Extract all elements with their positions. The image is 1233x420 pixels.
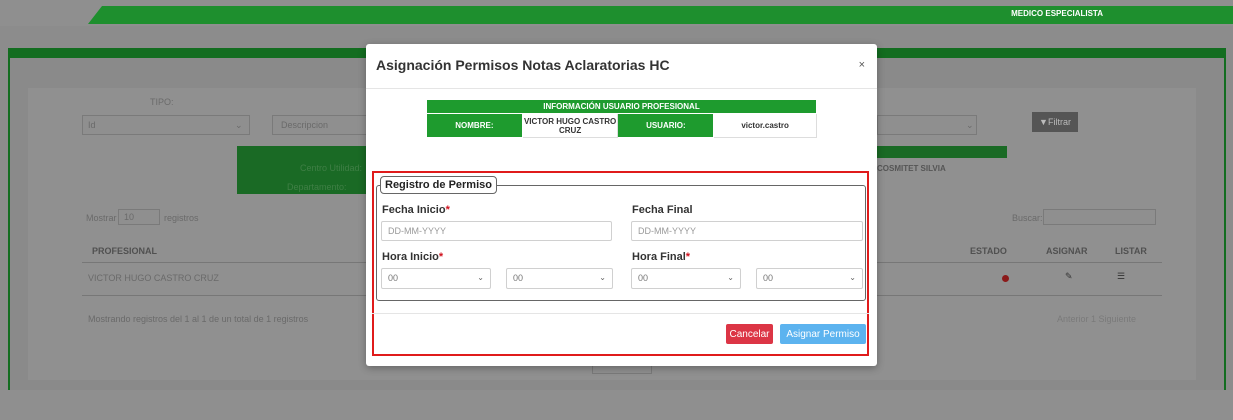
hora-inicio-label: Hora Inicio*: [382, 251, 444, 263]
chevron-down-icon: ⌄: [727, 273, 734, 282]
tipo-select[interactable]: Id ⌄: [82, 115, 250, 135]
chevron-down-icon: ⌄: [235, 120, 243, 130]
column-asignar[interactable]: ASIGNAR: [1046, 246, 1088, 256]
chevron-down-icon: ⌄: [477, 273, 484, 282]
hora-inicio-minute-select[interactable]: 00 ⌄: [506, 268, 613, 289]
cancel-button[interactable]: Cancelar: [726, 324, 773, 344]
filter-select[interactable]: ⌄: [877, 115, 977, 135]
modal-header: Asignación Permisos Notas Aclaratorias H…: [366, 44, 877, 89]
assign-permission-button[interactable]: Asignar Permiso: [780, 324, 866, 344]
fecha-final-label: Fecha Final: [632, 204, 693, 216]
pagination[interactable]: Anterior 1 Siguiente: [1057, 314, 1136, 324]
permission-modal: Asignación Permisos Notas Aclaratorias H…: [366, 44, 877, 366]
hora-inicio-hour-select[interactable]: 00 ⌄: [381, 268, 491, 289]
close-icon[interactable]: ×: [859, 59, 865, 71]
filter-icon: ▼: [1039, 117, 1048, 127]
status-dot: [1002, 275, 1009, 282]
list-icon[interactable]: ☰: [1117, 271, 1125, 282]
usuario-label: USUARIO:: [617, 113, 715, 138]
center-name: COSMITET SILVIA: [877, 164, 946, 173]
page-size-select[interactable]: 10: [118, 209, 160, 225]
mostrar-label: Mostrar: [86, 213, 117, 223]
fecha-inicio-label: Fecha Inicio*: [382, 204, 450, 216]
center-info-header: [877, 146, 1007, 158]
nombre-value: VICTOR HUGO CASTRO CRUZ: [521, 113, 619, 138]
search-input[interactable]: [1043, 209, 1156, 225]
column-estado[interactable]: ESTADO: [970, 246, 1007, 256]
column-listar[interactable]: LISTAR: [1115, 246, 1147, 256]
registros-label: registros: [164, 213, 199, 223]
buscar-label: Buscar:: [1012, 213, 1043, 223]
hora-final-hour-select[interactable]: 00 ⌄: [631, 268, 741, 289]
hora-final-label: Hora Final*: [632, 251, 691, 263]
user-info-table: INFORMACIÓN USUARIO PROFESIONAL NOMBRE: …: [426, 99, 817, 138]
fecha-inicio-input[interactable]: DD-MM-YYYY: [381, 221, 612, 241]
modal-footer-divider: [372, 313, 869, 314]
chevron-down-icon: ⌄: [849, 273, 856, 282]
bottom-bar: [0, 390, 1233, 420]
table-row: VICTOR HUGO CASTRO CRUZ: [88, 273, 219, 283]
chevron-down-icon: ⌄: [599, 273, 606, 282]
usuario-value: victor.castro: [713, 113, 817, 138]
filter-button[interactable]: ▼ Filtrar: [1032, 112, 1078, 132]
column-profesional: PROFESIONAL: [92, 246, 158, 256]
table-footer-info: Mostrando registros del 1 al 1 de un tot…: [88, 314, 309, 324]
user-info-header: INFORMACIÓN USUARIO PROFESIONAL: [426, 99, 817, 114]
descripcion-input[interactable]: Descripcion: [272, 115, 367, 135]
tipo-label: TIPO:: [150, 97, 174, 107]
modal-title: Asignación Permisos Notas Aclaratorias H…: [376, 57, 670, 73]
user-role-label: MEDICO ESPECIALISTA: [1011, 9, 1103, 18]
fecha-final-input[interactable]: DD-MM-YYYY: [631, 221, 863, 241]
pencil-icon[interactable]: ✎: [1065, 271, 1073, 282]
hora-final-minute-select[interactable]: 00 ⌄: [756, 268, 863, 289]
top-bar: MEDICO ESPECIALISTA: [0, 0, 1233, 26]
fieldset-legend: Registro de Permiso: [380, 176, 497, 194]
center-info-labels: Centro Utilidad: Departamento:: [237, 146, 367, 194]
chevron-down-icon: ⌄: [966, 120, 974, 130]
nombre-label: NOMBRE:: [426, 113, 523, 138]
